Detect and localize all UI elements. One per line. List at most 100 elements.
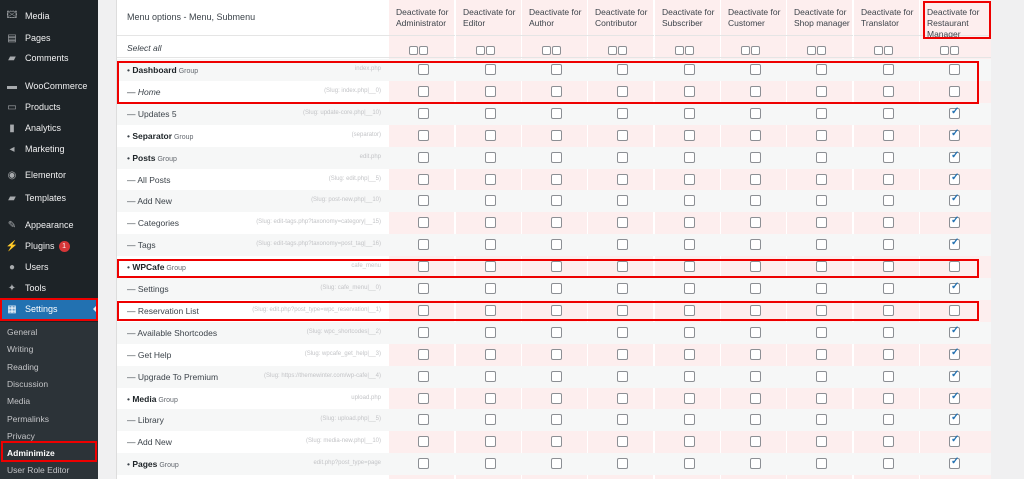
deactivate-checkbox[interactable] [418, 392, 429, 404]
deactivate-checkbox[interactable] [617, 261, 628, 273]
deactivate-checkbox[interactable] [684, 304, 695, 316]
deactivate-checkbox[interactable] [551, 283, 562, 294]
sidebar-item-comments[interactable]: ▰ Comments [0, 48, 98, 68]
deactivate-checkbox[interactable] [617, 370, 628, 382]
deactivate-checkbox[interactable] [750, 173, 761, 185]
deactivate-checkbox[interactable] [750, 304, 761, 316]
deactivate-checkbox[interactable] [617, 304, 628, 316]
deactivate-checkbox[interactable] [816, 261, 827, 273]
deactivate-checkbox[interactable] [418, 151, 429, 163]
deactivate-checkbox[interactable] [816, 239, 827, 251]
deactivate-checkbox[interactable] [551, 217, 562, 229]
deactivate-checkbox[interactable] [485, 151, 496, 163]
deactivate-checkbox[interactable] [949, 304, 960, 316]
deactivate-checkbox[interactable] [485, 85, 496, 97]
deactivate-checkbox[interactable] [551, 129, 562, 141]
deactivate-checkbox[interactable] [551, 414, 562, 426]
deactivate-checkbox[interactable] [684, 239, 695, 251]
deactivate-checkbox[interactable] [750, 348, 761, 360]
deactivate-checkbox[interactable] [418, 348, 429, 360]
deactivate-checkbox[interactable] [418, 414, 429, 426]
select-all-checkbox[interactable] [950, 46, 959, 55]
deactivate-checkbox[interactable] [883, 64, 894, 75]
deactivate-checkbox[interactable] [816, 414, 827, 426]
deactivate-checkbox[interactable] [485, 261, 496, 273]
deactivate-checkbox[interactable] [750, 370, 761, 382]
deactivate-checkbox[interactable] [949, 215, 960, 229]
deactivate-checkbox[interactable] [816, 195, 827, 207]
deactivate-checkbox[interactable] [750, 414, 761, 426]
sidebar-item-products[interactable]: ▭ Products [0, 97, 98, 117]
select-all-checkbox[interactable] [618, 46, 627, 55]
select-all-checkbox[interactable] [542, 46, 551, 55]
deactivate-checkbox[interactable] [418, 304, 429, 316]
deactivate-checkbox[interactable] [684, 151, 695, 163]
submenu-item-privacy[interactable]: Privacy [7, 431, 35, 441]
deactivate-checkbox[interactable] [750, 85, 761, 97]
sidebar-item-marketing[interactable]: ◂ Marketing [0, 139, 98, 159]
select-all-checkbox[interactable] [675, 46, 684, 55]
deactivate-checkbox[interactable] [551, 392, 562, 404]
deactivate-checkbox[interactable] [816, 129, 827, 141]
deactivate-checkbox[interactable] [551, 436, 562, 448]
deactivate-checkbox[interactable] [485, 217, 496, 229]
sidebar-item-woocommerce[interactable]: ▬ WooCommerce [0, 76, 98, 96]
deactivate-checkbox[interactable] [418, 85, 429, 97]
deactivate-checkbox[interactable] [617, 326, 628, 338]
deactivate-checkbox[interactable] [949, 347, 960, 360]
deactivate-checkbox[interactable] [750, 283, 761, 294]
deactivate-checkbox[interactable] [750, 392, 761, 404]
deactivate-checkbox[interactable] [551, 239, 562, 251]
deactivate-checkbox[interactable] [551, 458, 562, 470]
deactivate-checkbox[interactable] [485, 195, 496, 207]
deactivate-checkbox[interactable] [617, 217, 628, 229]
deactivate-checkbox[interactable] [816, 107, 827, 119]
deactivate-checkbox[interactable] [551, 370, 562, 382]
select-all-checkbox[interactable] [807, 46, 816, 55]
deactivate-checkbox[interactable] [750, 64, 761, 75]
deactivate-checkbox[interactable] [750, 239, 761, 251]
deactivate-checkbox[interactable] [551, 304, 562, 316]
deactivate-checkbox[interactable] [684, 414, 695, 426]
deactivate-checkbox[interactable] [816, 348, 827, 360]
deactivate-checkbox[interactable] [750, 151, 761, 163]
deactivate-checkbox[interactable] [816, 458, 827, 470]
deactivate-checkbox[interactable] [617, 414, 628, 426]
deactivate-checkbox[interactable] [750, 436, 761, 448]
deactivate-checkbox[interactable] [684, 458, 695, 470]
deactivate-checkbox[interactable] [485, 370, 496, 382]
submenu-item-writing[interactable]: Writing [7, 344, 33, 354]
deactivate-checkbox[interactable] [551, 107, 562, 119]
deactivate-checkbox[interactable] [485, 436, 496, 448]
deactivate-checkbox[interactable] [883, 261, 894, 273]
deactivate-checkbox[interactable] [418, 370, 429, 382]
deactivate-checkbox[interactable] [684, 261, 695, 273]
deactivate-checkbox[interactable] [883, 370, 894, 382]
deactivate-checkbox[interactable] [816, 217, 827, 229]
sidebar-item-templates[interactable]: ▰ Templates [0, 188, 98, 208]
sidebar-item-tools[interactable]: ✦ Tools [0, 278, 98, 298]
deactivate-checkbox[interactable] [551, 326, 562, 338]
deactivate-checkbox[interactable] [617, 107, 628, 119]
deactivate-checkbox[interactable] [485, 64, 496, 75]
deactivate-checkbox[interactable] [617, 392, 628, 404]
deactivate-checkbox[interactable] [949, 434, 960, 448]
deactivate-checkbox[interactable] [485, 414, 496, 426]
deactivate-checkbox[interactable] [684, 326, 695, 338]
deactivate-checkbox[interactable] [551, 261, 562, 273]
deactivate-checkbox[interactable] [816, 304, 827, 316]
deactivate-checkbox[interactable] [418, 173, 429, 185]
deactivate-checkbox[interactable] [617, 348, 628, 360]
select-all-checkbox[interactable] [685, 46, 694, 55]
select-all-checkbox[interactable] [409, 46, 418, 55]
deactivate-checkbox[interactable] [551, 173, 562, 185]
submenu-item-permalinks[interactable]: Permalinks [7, 414, 49, 424]
deactivate-checkbox[interactable] [551, 348, 562, 360]
deactivate-checkbox[interactable] [551, 85, 562, 97]
select-all-checkbox[interactable] [419, 46, 428, 55]
deactivate-checkbox[interactable] [816, 85, 827, 97]
deactivate-checkbox[interactable] [418, 129, 429, 141]
deactivate-checkbox[interactable] [883, 217, 894, 229]
deactivate-checkbox[interactable] [684, 283, 695, 294]
deactivate-checkbox[interactable] [949, 237, 960, 251]
